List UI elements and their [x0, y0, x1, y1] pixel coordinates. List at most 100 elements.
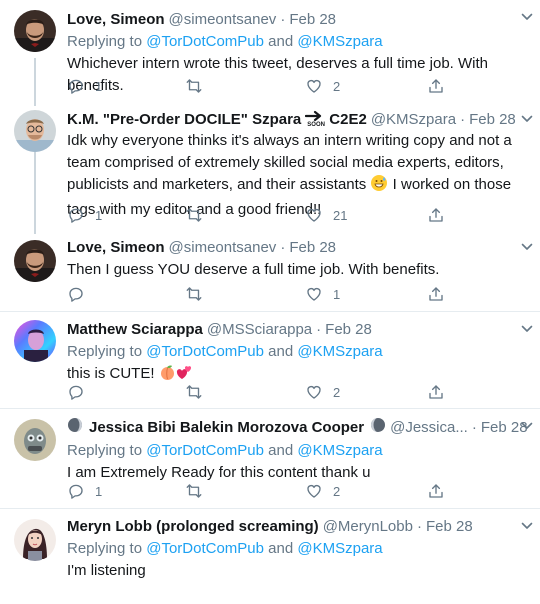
replying-prefix: Replying to — [67, 33, 143, 50]
reply-icon — [67, 285, 85, 303]
display-name[interactable]: Meryn Lobb (prolonged screaming) — [67, 517, 319, 537]
reply-icon — [67, 482, 85, 500]
separator-dot: · — [316, 321, 322, 338]
user-handle[interactable]: @MerynLobb — [323, 517, 413, 537]
replying-to: Replying to @TorDotComPub and @KMSzpara — [67, 342, 524, 362]
share-button[interactable] — [427, 205, 455, 225]
like-icon — [305, 482, 323, 500]
separator-dot: · — [471, 419, 477, 436]
avatar[interactable] — [14, 240, 56, 282]
tweet-3[interactable]: Love, Simeon @simeontsanev · Feb 28 Then… — [0, 232, 540, 312]
soon-arrow-icon: SOON — [305, 110, 325, 130]
replying-and: and — [268, 442, 294, 459]
like-icon — [305, 383, 323, 401]
user-handle[interactable]: @simeontsanev — [169, 10, 277, 30]
like-count: 2 — [333, 483, 341, 499]
reply-button[interactable] — [67, 284, 95, 304]
thread-connector-line — [34, 58, 36, 106]
mention-link[interactable]: @TorDotComPub — [146, 343, 264, 360]
tweet-date[interactable]: Feb 28 — [289, 10, 336, 30]
share-button[interactable] — [427, 284, 455, 304]
reply-count: 1 — [95, 78, 103, 94]
display-name[interactable]: Matthew Sciarappa — [67, 320, 203, 340]
mention-link[interactable]: @KMSzpara — [297, 33, 382, 50]
replying-prefix: Replying to — [67, 540, 143, 557]
tweet-text-part: this is CUTE! — [67, 365, 155, 382]
retweet-icon — [185, 206, 203, 224]
like-button[interactable]: 1 — [305, 284, 340, 304]
tweet-6[interactable]: Meryn Lobb (prolonged screaming) @MerynL… — [0, 509, 540, 604]
like-icon — [305, 206, 323, 224]
retweet-icon — [185, 482, 203, 500]
display-name[interactable]: Love, Simeon — [67, 238, 165, 258]
display-name-suffix[interactable]: C2E2 — [329, 110, 367, 130]
display-name[interactable]: Jessica Bibi Balekin Morozova Cooper — [89, 418, 364, 438]
avatar[interactable] — [14, 10, 56, 52]
moon-icon — [67, 417, 83, 439]
user-handle[interactable]: @KMSzpara — [371, 110, 456, 130]
share-icon — [427, 482, 445, 500]
avatar[interactable] — [14, 519, 56, 561]
tweet-date[interactable]: Feb 28 — [325, 320, 372, 340]
display-name[interactable]: Love, Simeon — [67, 10, 165, 30]
avatar[interactable] — [14, 419, 56, 461]
mention-link[interactable]: @KMSzpara — [297, 343, 382, 360]
grinning-sweat-emoji — [370, 174, 388, 199]
like-count: 2 — [333, 78, 341, 94]
masked-person-avatar-icon — [14, 419, 56, 461]
retweet-button[interactable] — [185, 382, 213, 402]
share-button[interactable] — [427, 76, 455, 96]
like-count: 1 — [333, 286, 341, 302]
display-name[interactable]: K.M. "Pre-Order DOCILE" Szpara — [67, 110, 301, 130]
mention-link[interactable]: @TorDotComPub — [146, 540, 264, 557]
caret-down-icon[interactable] — [520, 10, 534, 24]
like-button[interactable]: 21 — [305, 205, 347, 225]
user-handle[interactable]: @MSSciarappa — [207, 320, 312, 340]
reply-count: 1 — [95, 207, 103, 223]
caret-down-icon[interactable] — [520, 322, 534, 336]
reply-icon — [67, 206, 85, 224]
tweet-date[interactable]: Feb 28 — [426, 517, 473, 537]
reply-button[interactable]: 1 — [67, 76, 102, 96]
retweet-button[interactable] — [185, 205, 213, 225]
share-button[interactable] — [427, 382, 455, 402]
like-count: 21 — [333, 207, 348, 223]
tweet-1[interactable]: Love, Simeon @simeontsanev · Feb 28 Repl… — [0, 0, 540, 82]
mention-link[interactable]: @KMSzpara — [297, 442, 382, 459]
share-button[interactable] — [427, 481, 455, 501]
tweet-5[interactable]: Jessica Bibi Balekin Morozova Cooper @Je… — [0, 409, 540, 509]
like-count: 2 — [333, 384, 341, 400]
like-button[interactable]: 2 — [305, 76, 340, 96]
mention-link[interactable]: @TorDotComPub — [146, 33, 264, 50]
avatar[interactable] — [14, 320, 56, 362]
caret-down-icon[interactable] — [520, 519, 534, 533]
caret-down-icon[interactable] — [520, 112, 534, 126]
share-icon — [427, 77, 445, 95]
tweet-date[interactable]: Feb 28 — [469, 110, 516, 130]
like-button[interactable]: 2 — [305, 481, 340, 501]
reply-button[interactable]: 1 — [67, 481, 102, 501]
mention-link[interactable]: @TorDotComPub — [146, 442, 264, 459]
retweet-button[interactable] — [185, 284, 213, 304]
share-icon — [427, 206, 445, 224]
like-button[interactable]: 2 — [305, 382, 340, 402]
retweet-button[interactable] — [185, 481, 213, 501]
tweet-4[interactable]: Matthew Sciarappa @MSSciarappa · Feb 28 … — [0, 312, 540, 409]
replying-to: Replying to @TorDotComPub and @KMSzpara — [67, 32, 524, 52]
reply-icon — [67, 383, 85, 401]
avatar[interactable] — [14, 110, 56, 152]
tweet-date[interactable]: Feb 28 — [289, 238, 336, 258]
mention-link[interactable]: @KMSzpara — [297, 540, 382, 557]
reply-button[interactable]: 1 — [67, 205, 102, 225]
retweet-button[interactable] — [185, 76, 213, 96]
user-handle[interactable]: @Jessica... — [390, 418, 468, 438]
tweet-text: I'm listening — [67, 562, 146, 579]
caret-down-icon[interactable] — [520, 419, 534, 433]
share-icon — [427, 383, 445, 401]
reply-button[interactable] — [67, 382, 95, 402]
like-icon — [305, 285, 323, 303]
user-handle[interactable]: @simeontsanev — [169, 238, 277, 258]
replying-prefix: Replying to — [67, 442, 143, 459]
caret-down-icon[interactable] — [520, 240, 534, 254]
tweet-2[interactable]: K.M. "Pre-Order DOCILE" Szpara SOON C2E2… — [0, 104, 540, 232]
